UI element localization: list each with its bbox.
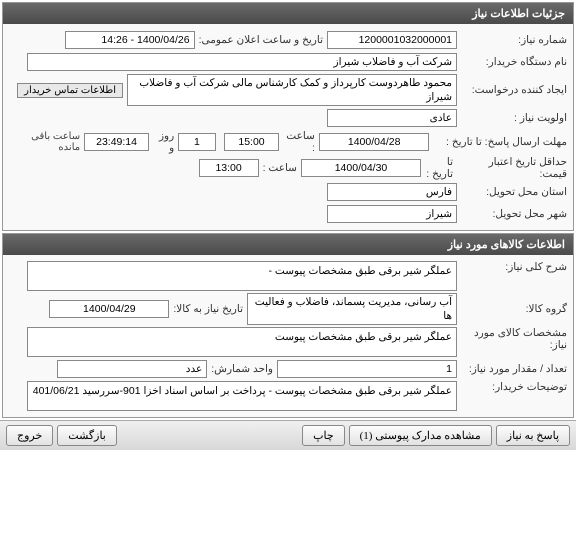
requester-value: محمود طاهردوست کارپرداز و کمک کارشناس ما…	[127, 74, 457, 106]
deadline-time-label: ساعت :	[279, 130, 318, 154]
row-province: استان محل تحویل: فارس	[9, 182, 567, 202]
buyer-value: شرکت آب و فاضلاب شیراز	[27, 53, 457, 71]
deadline-date: 1400/04/28	[319, 133, 430, 151]
unit-value: عدد	[57, 360, 207, 378]
row-spec: مشخصات کالای مورد نیاز: عملگر شیر برقی ط…	[9, 327, 567, 357]
requester-label: ایجاد کننده درخواست:	[457, 84, 567, 96]
credit-date: 1400/04/30	[301, 159, 421, 177]
footer-right-group: پاسخ به نیاز مشاهده مدارک پیوستی (1) چاپ	[302, 425, 570, 446]
days-label: روز و	[149, 130, 178, 154]
province-value: فارس	[327, 183, 457, 201]
buyer-note-value: عملگر شیر برقی طبق مشخصات پیوست - پرداخت…	[27, 381, 457, 411]
footer-left-group: بازگشت خروج	[6, 425, 117, 446]
goods-info-header: اطلاعات کالاهای مورد نیاز	[3, 234, 573, 255]
unit-label: واحد شمارش:	[207, 363, 277, 375]
group-label: گروه کالا:	[457, 303, 567, 315]
days-remaining: 1	[178, 133, 215, 151]
priority-value: عادی	[327, 109, 457, 127]
row-city: شهر محل تحویل: شیراز	[9, 204, 567, 224]
row-desc: شرح کلی نیاز: عملگر شیر برقی طبق مشخصات …	[9, 261, 567, 291]
time-remaining: 23:49:14	[84, 133, 149, 151]
credit-label: حداقل تاریخ اعتبار قیمت:	[457, 156, 567, 180]
priority-label: اولویت نیاز :	[457, 112, 567, 124]
credit-to-label: تا تاریخ :	[421, 156, 457, 180]
remain-label: ساعت باقی مانده	[9, 131, 84, 153]
spec-label: مشخصات کالای مورد نیاز:	[457, 327, 567, 351]
qty-value: 1	[277, 360, 457, 378]
credit-time-label: ساعت :	[259, 162, 301, 174]
city-value: شیراز	[327, 205, 457, 223]
back-button[interactable]: بازگشت	[57, 425, 117, 446]
row-group: گروه کالا: آب رسانی، مدیریت پسماند، فاضل…	[9, 293, 567, 325]
need-info-body: شماره نیاز: 1200001032000001 تاریخ و ساع…	[3, 24, 573, 230]
desc-value: عملگر شیر برقی طبق مشخصات پیوست -	[27, 261, 457, 291]
row-buyer: نام دستگاه خریدار: شرکت آب و فاضلاب شیرا…	[9, 52, 567, 72]
city-label: شهر محل تحویل:	[457, 208, 567, 220]
qty-label: تعداد / مقدار مورد نیاز:	[457, 363, 567, 375]
credit-time: 13:00	[199, 159, 259, 177]
announce-value: 1400/04/26 - 14:26	[65, 31, 195, 49]
attachments-button[interactable]: مشاهده مدارک پیوستی (1)	[349, 425, 492, 446]
contact-buyer-button[interactable]: اطلاعات تماس خریدار	[17, 83, 123, 98]
goods-info-panel: اطلاعات کالاهای مورد نیاز ستاد ایران - ا…	[2, 233, 574, 418]
need-date-value: 1400/04/29	[49, 300, 169, 318]
announce-label: تاریخ و ساعت اعلان عمومی:	[195, 34, 327, 46]
need-info-header: جزئیات اطلاعات نیاز	[3, 3, 573, 24]
desc-label: شرح کلی نیاز:	[457, 261, 567, 273]
group-value: آب رسانی، مدیریت پسماند، فاضلاب و فعالیت…	[247, 293, 457, 325]
province-label: استان محل تحویل:	[457, 186, 567, 198]
deadline-time: 15:00	[224, 133, 280, 151]
exit-button[interactable]: خروج	[6, 425, 53, 446]
row-deadline: مهلت ارسال پاسخ: تا تاریخ : 1400/04/28 س…	[9, 130, 567, 154]
buyer-note-label: توضیحات خریدار:	[457, 381, 567, 393]
row-qty: تعداد / مقدار مورد نیاز: 1 واحد شمارش: ع…	[9, 359, 567, 379]
buyer-label: نام دستگاه خریدار:	[457, 56, 567, 68]
need-no-label: شماره نیاز:	[457, 34, 567, 46]
deadline-label: مهلت ارسال پاسخ: تا تاریخ :	[429, 136, 567, 148]
row-priority: اولویت نیاز : عادی	[9, 108, 567, 128]
print-button[interactable]: چاپ	[302, 425, 345, 446]
goods-info-body: ستاد ایران - اطلاعات رسانه ها شرح کلی نی…	[3, 255, 573, 417]
row-buyer-note: توضیحات خریدار: عملگر شیر برقی طبق مشخصا…	[9, 381, 567, 411]
need-no-value: 1200001032000001	[327, 31, 457, 49]
need-date-label: تاریخ نیاز به کالا:	[169, 303, 247, 315]
respond-button[interactable]: پاسخ به نیاز	[496, 425, 570, 446]
row-need-number: شماره نیاز: 1200001032000001 تاریخ و ساع…	[9, 30, 567, 50]
row-requester: ایجاد کننده درخواست: محمود طاهردوست کارپ…	[9, 74, 567, 106]
row-credit: حداقل تاریخ اعتبار قیمت: تا تاریخ : 1400…	[9, 156, 567, 180]
spec-value: عملگر شیر برقی طبق مشخصات پیوست	[27, 327, 457, 357]
need-info-panel: جزئیات اطلاعات نیاز شماره نیاز: 12000010…	[2, 2, 574, 231]
footer-bar: پاسخ به نیاز مشاهده مدارک پیوستی (1) چاپ…	[0, 420, 576, 450]
